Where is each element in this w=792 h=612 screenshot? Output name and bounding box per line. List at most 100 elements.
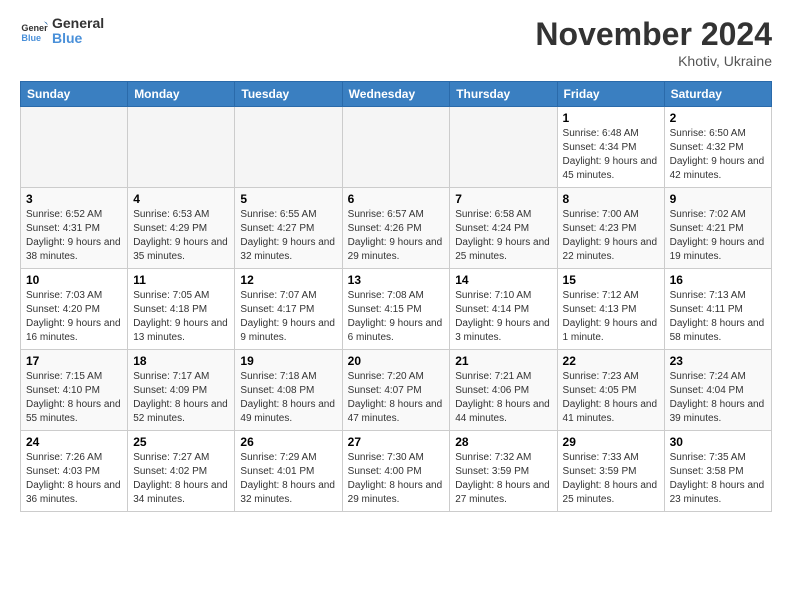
- day-number: 20: [348, 354, 445, 368]
- day-info: Sunrise: 6:57 AMSunset: 4:26 PMDaylight:…: [348, 208, 445, 264]
- calendar-cell: [21, 107, 128, 188]
- day-info: Sunrise: 7:17 AMSunset: 4:09 PMDaylight:…: [133, 370, 229, 426]
- day-info: Sunrise: 7:12 AMSunset: 4:13 PMDaylight:…: [563, 289, 659, 345]
- day-number: 2: [670, 111, 766, 125]
- day-number: 8: [563, 192, 659, 206]
- calendar-cell: 28 Sunrise: 7:32 AMSunset: 3:59 PMDayligh…: [450, 431, 557, 512]
- calendar-cell: 3 Sunrise: 6:52 AMSunset: 4:31 PMDaylight…: [21, 188, 128, 269]
- day-info: Sunrise: 7:10 AMSunset: 4:14 PMDaylight:…: [455, 289, 551, 345]
- calendar-cell: 25 Sunrise: 7:27 AMSunset: 4:02 PMDayligh…: [128, 431, 235, 512]
- day-number: 3: [26, 192, 122, 206]
- calendar-cell: 30Sunrise: 7:35 AMSunset: 3:58 PMDayligh…: [664, 431, 771, 512]
- calendar-cell: [342, 107, 450, 188]
- day-info: Sunrise: 7:00 AMSunset: 4:23 PMDaylight:…: [563, 208, 659, 264]
- day-info: Sunrise: 6:53 AMSunset: 4:29 PMDaylight:…: [133, 208, 229, 264]
- day-info: Sunrise: 7:32 AMSunset: 3:59 PMDaylight:…: [455, 451, 551, 507]
- calendar-cell: [128, 107, 235, 188]
- day-number: 15: [563, 273, 659, 287]
- weekday-header-monday: Monday: [128, 82, 235, 107]
- calendar-cell: [235, 107, 342, 188]
- calendar-cell: 20 Sunrise: 7:20 AMSunset: 4:07 PMDayligh…: [342, 350, 450, 431]
- day-info: Sunrise: 6:55 AMSunset: 4:27 PMDaylight:…: [240, 208, 336, 264]
- weekday-header-friday: Friday: [557, 82, 664, 107]
- day-info: Sunrise: 7:29 AMSunset: 4:01 PMDaylight:…: [240, 451, 336, 507]
- day-number: 5: [240, 192, 336, 206]
- location: Khotiv, Ukraine: [535, 53, 772, 69]
- calendar-cell: 14Sunrise: 7:10 AMSunset: 4:14 PMDayligh…: [450, 269, 557, 350]
- day-info: Sunrise: 7:30 AMSunset: 4:00 PMDaylight:…: [348, 451, 445, 507]
- calendar-cell: 16 Sunrise: 7:13 AMSunset: 4:11 PMDayligh…: [664, 269, 771, 350]
- title-block: November 2024 Khotiv, Ukraine: [535, 16, 772, 69]
- day-info: Sunrise: 7:05 AMSunset: 4:18 PMDaylight:…: [133, 289, 229, 345]
- day-info: Sunrise: 7:03 AMSunset: 4:20 PMDaylight:…: [26, 289, 122, 345]
- calendar-cell: 8 Sunrise: 7:00 AMSunset: 4:23 PMDaylight…: [557, 188, 664, 269]
- weekday-header-thursday: Thursday: [450, 82, 557, 107]
- day-number: 26: [240, 435, 336, 449]
- day-info: Sunrise: 7:08 AMSunset: 4:15 PMDaylight:…: [348, 289, 445, 345]
- day-number: 24: [26, 435, 122, 449]
- day-info: Sunrise: 7:15 AMSunset: 4:10 PMDaylight:…: [26, 370, 122, 426]
- calendar-cell: 13 Sunrise: 7:08 AMSunset: 4:15 PMDayligh…: [342, 269, 450, 350]
- logo-text-general: General: [52, 16, 104, 31]
- day-number: 25: [133, 435, 229, 449]
- calendar-cell: 24 Sunrise: 7:26 AMSunset: 4:03 PMDayligh…: [21, 431, 128, 512]
- day-info: Sunrise: 7:20 AMSunset: 4:07 PMDaylight:…: [348, 370, 445, 426]
- svg-text:General: General: [21, 23, 48, 33]
- day-number: 6: [348, 192, 445, 206]
- calendar-cell: 23 Sunrise: 7:24 AMSunset: 4:04 PMDayligh…: [664, 350, 771, 431]
- day-info: Sunrise: 7:21 AMSunset: 4:06 PMDaylight:…: [455, 370, 551, 426]
- calendar-cell: 12 Sunrise: 7:07 AMSunset: 4:17 PMDayligh…: [235, 269, 342, 350]
- day-info: Sunrise: 7:23 AMSunset: 4:05 PMDaylight:…: [563, 370, 659, 426]
- calendar-cell: 11 Sunrise: 7:05 AMSunset: 4:18 PMDayligh…: [128, 269, 235, 350]
- calendar-cell: 15 Sunrise: 7:12 AMSunset: 4:13 PMDayligh…: [557, 269, 664, 350]
- calendar-cell: [450, 107, 557, 188]
- calendar-cell: 18 Sunrise: 7:17 AMSunset: 4:09 PMDayligh…: [128, 350, 235, 431]
- calendar-cell: 5 Sunrise: 6:55 AMSunset: 4:27 PMDaylight…: [235, 188, 342, 269]
- calendar-cell: 10 Sunrise: 7:03 AMSunset: 4:20 PMDayligh…: [21, 269, 128, 350]
- calendar-cell: 29Sunrise: 7:33 AMSunset: 3:59 PMDayligh…: [557, 431, 664, 512]
- calendar: SundayMondayTuesdayWednesdayThursdayFrid…: [20, 81, 772, 512]
- day-number: 30: [670, 435, 766, 449]
- day-info: Sunrise: 7:27 AMSunset: 4:02 PMDaylight:…: [133, 451, 229, 507]
- day-info: Sunrise: 7:07 AMSunset: 4:17 PMDaylight:…: [240, 289, 336, 345]
- day-number: 13: [348, 273, 445, 287]
- day-info: Sunrise: 7:24 AMSunset: 4:04 PMDaylight:…: [670, 370, 766, 426]
- day-info: Sunrise: 7:18 AMSunset: 4:08 PMDaylight:…: [240, 370, 336, 426]
- day-number: 16: [670, 273, 766, 287]
- day-info: Sunrise: 7:13 AMSunset: 4:11 PMDaylight:…: [670, 289, 766, 345]
- calendar-cell: 1 Sunrise: 6:48 AMSunset: 4:34 PMDaylight…: [557, 107, 664, 188]
- day-number: 10: [26, 273, 122, 287]
- day-number: 4: [133, 192, 229, 206]
- day-number: 11: [133, 273, 229, 287]
- logo: General Blue General Blue: [20, 16, 104, 47]
- calendar-cell: 9 Sunrise: 7:02 AMSunset: 4:21 PMDaylight…: [664, 188, 771, 269]
- weekday-header-sunday: Sunday: [21, 82, 128, 107]
- day-number: 23: [670, 354, 766, 368]
- calendar-cell: 19Sunrise: 7:18 AMSunset: 4:08 PMDayligh…: [235, 350, 342, 431]
- calendar-cell: 22 Sunrise: 7:23 AMSunset: 4:05 PMDayligh…: [557, 350, 664, 431]
- day-info: Sunrise: 7:26 AMSunset: 4:03 PMDaylight:…: [26, 451, 122, 507]
- day-number: 9: [670, 192, 766, 206]
- day-number: 1: [563, 111, 659, 125]
- calendar-cell: 2 Sunrise: 6:50 AMSunset: 4:32 PMDaylight…: [664, 107, 771, 188]
- day-number: 21: [455, 354, 551, 368]
- calendar-cell: 7Sunrise: 6:58 AMSunset: 4:24 PMDaylight…: [450, 188, 557, 269]
- calendar-cell: 17 Sunrise: 7:15 AMSunset: 4:10 PMDayligh…: [21, 350, 128, 431]
- calendar-cell: 27 Sunrise: 7:30 AMSunset: 4:00 PMDayligh…: [342, 431, 450, 512]
- day-info: Sunrise: 7:02 AMSunset: 4:21 PMDaylight:…: [670, 208, 766, 264]
- calendar-cell: 6 Sunrise: 6:57 AMSunset: 4:26 PMDaylight…: [342, 188, 450, 269]
- day-info: Sunrise: 6:52 AMSunset: 4:31 PMDaylight:…: [26, 208, 122, 264]
- day-number: 22: [563, 354, 659, 368]
- day-number: 18: [133, 354, 229, 368]
- weekday-header-saturday: Saturday: [664, 82, 771, 107]
- logo-icon: General Blue: [20, 17, 48, 45]
- day-number: 28: [455, 435, 551, 449]
- day-number: 27: [348, 435, 445, 449]
- weekday-header-wednesday: Wednesday: [342, 82, 450, 107]
- day-info: Sunrise: 6:50 AMSunset: 4:32 PMDaylight:…: [670, 127, 766, 183]
- day-number: 12: [240, 273, 336, 287]
- day-number: 7: [455, 192, 551, 206]
- day-number: 17: [26, 354, 122, 368]
- month-title: November 2024: [535, 16, 772, 53]
- day-info: Sunrise: 6:48 AMSunset: 4:34 PMDaylight:…: [563, 127, 659, 183]
